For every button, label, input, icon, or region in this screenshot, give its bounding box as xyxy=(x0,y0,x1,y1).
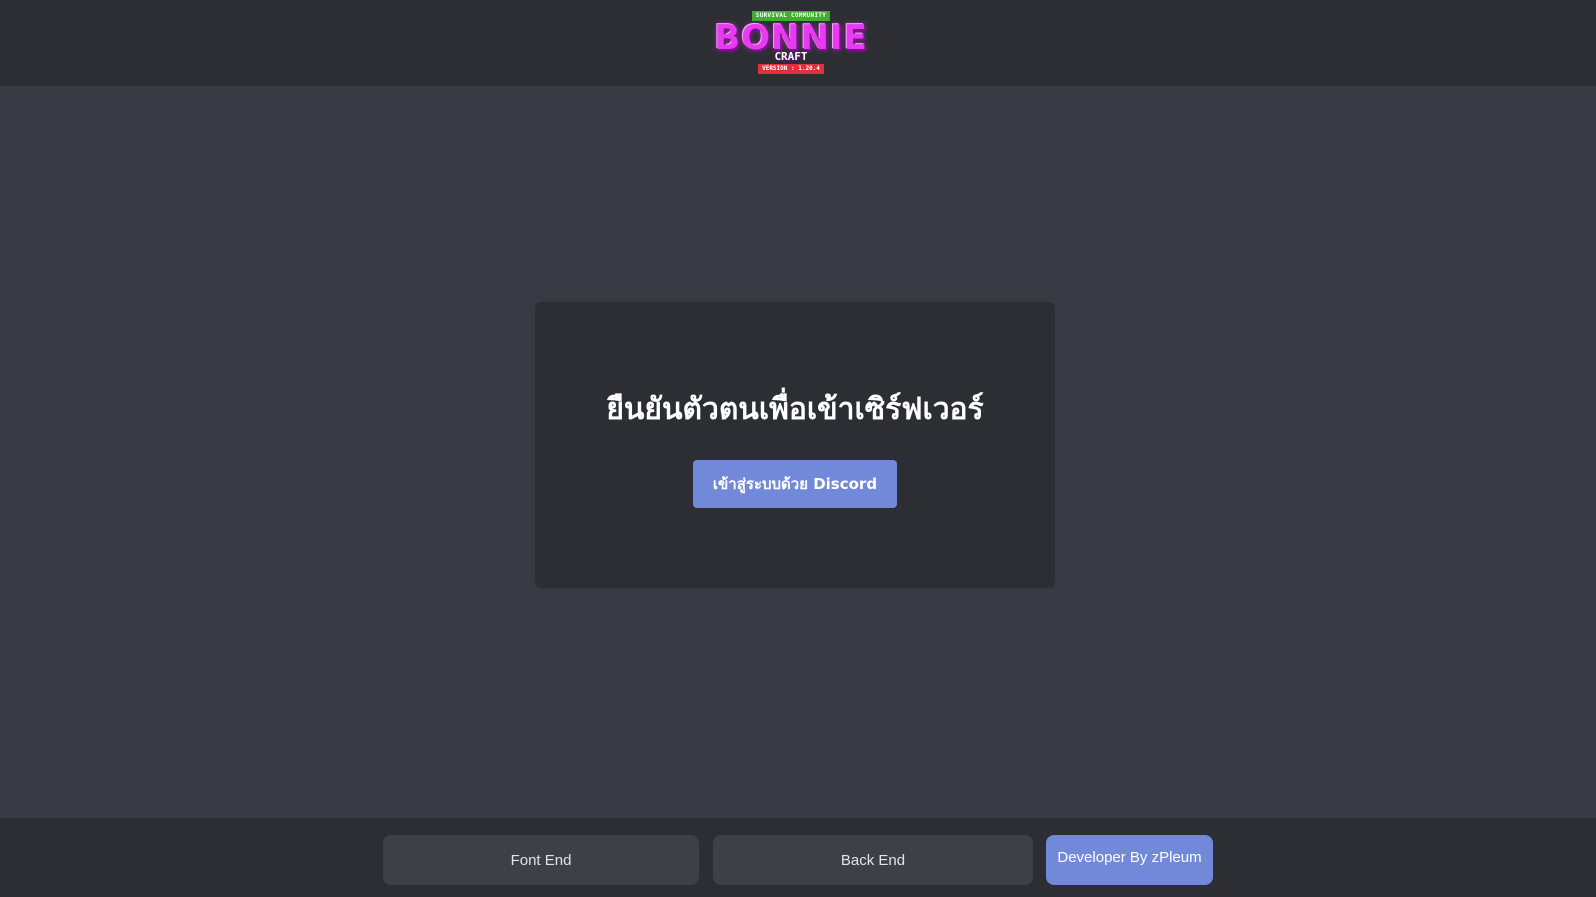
logo-version: VERSION : 1.20.4 xyxy=(758,64,824,74)
front-end-button[interactable]: Font End xyxy=(383,835,699,885)
verification-card: ยืนยันตัวตนเพื่อเข้าเซิร์ฟเวอร์ เข้าสู่ร… xyxy=(535,302,1055,588)
top-bar: SURVIVAL COMMUNITY BONNIE CRAFT VERSION … xyxy=(0,0,1596,86)
back-end-button[interactable]: Back End xyxy=(713,835,1033,885)
page-title: ยืนยันตัวตนเพื่อเข้าเซิร์ฟเวอร์ xyxy=(606,392,984,427)
footer-bar: Font End Back End Developer By zPleum xyxy=(0,818,1596,897)
bonnie-craft-logo[interactable]: SURVIVAL COMMUNITY BONNIE CRAFT VERSION … xyxy=(714,10,867,76)
developer-button[interactable]: Developer By zPleum xyxy=(1046,835,1213,885)
logo-name: BONNIE xyxy=(714,18,868,58)
discord-login-button[interactable]: เข้าสู่ระบบด้วย Discord xyxy=(693,460,897,508)
